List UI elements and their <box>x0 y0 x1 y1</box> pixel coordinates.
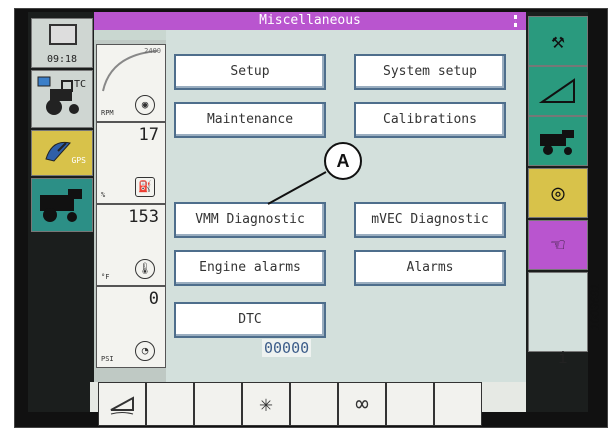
callout-a: A <box>324 142 362 180</box>
screen: 09:18 TC GPS 2400 RPM ◉ 17 % ⛽ 153 °F 🌡 … <box>28 12 588 426</box>
figure-number: 1003681 <box>588 283 602 330</box>
callout-leader-line <box>267 171 327 205</box>
